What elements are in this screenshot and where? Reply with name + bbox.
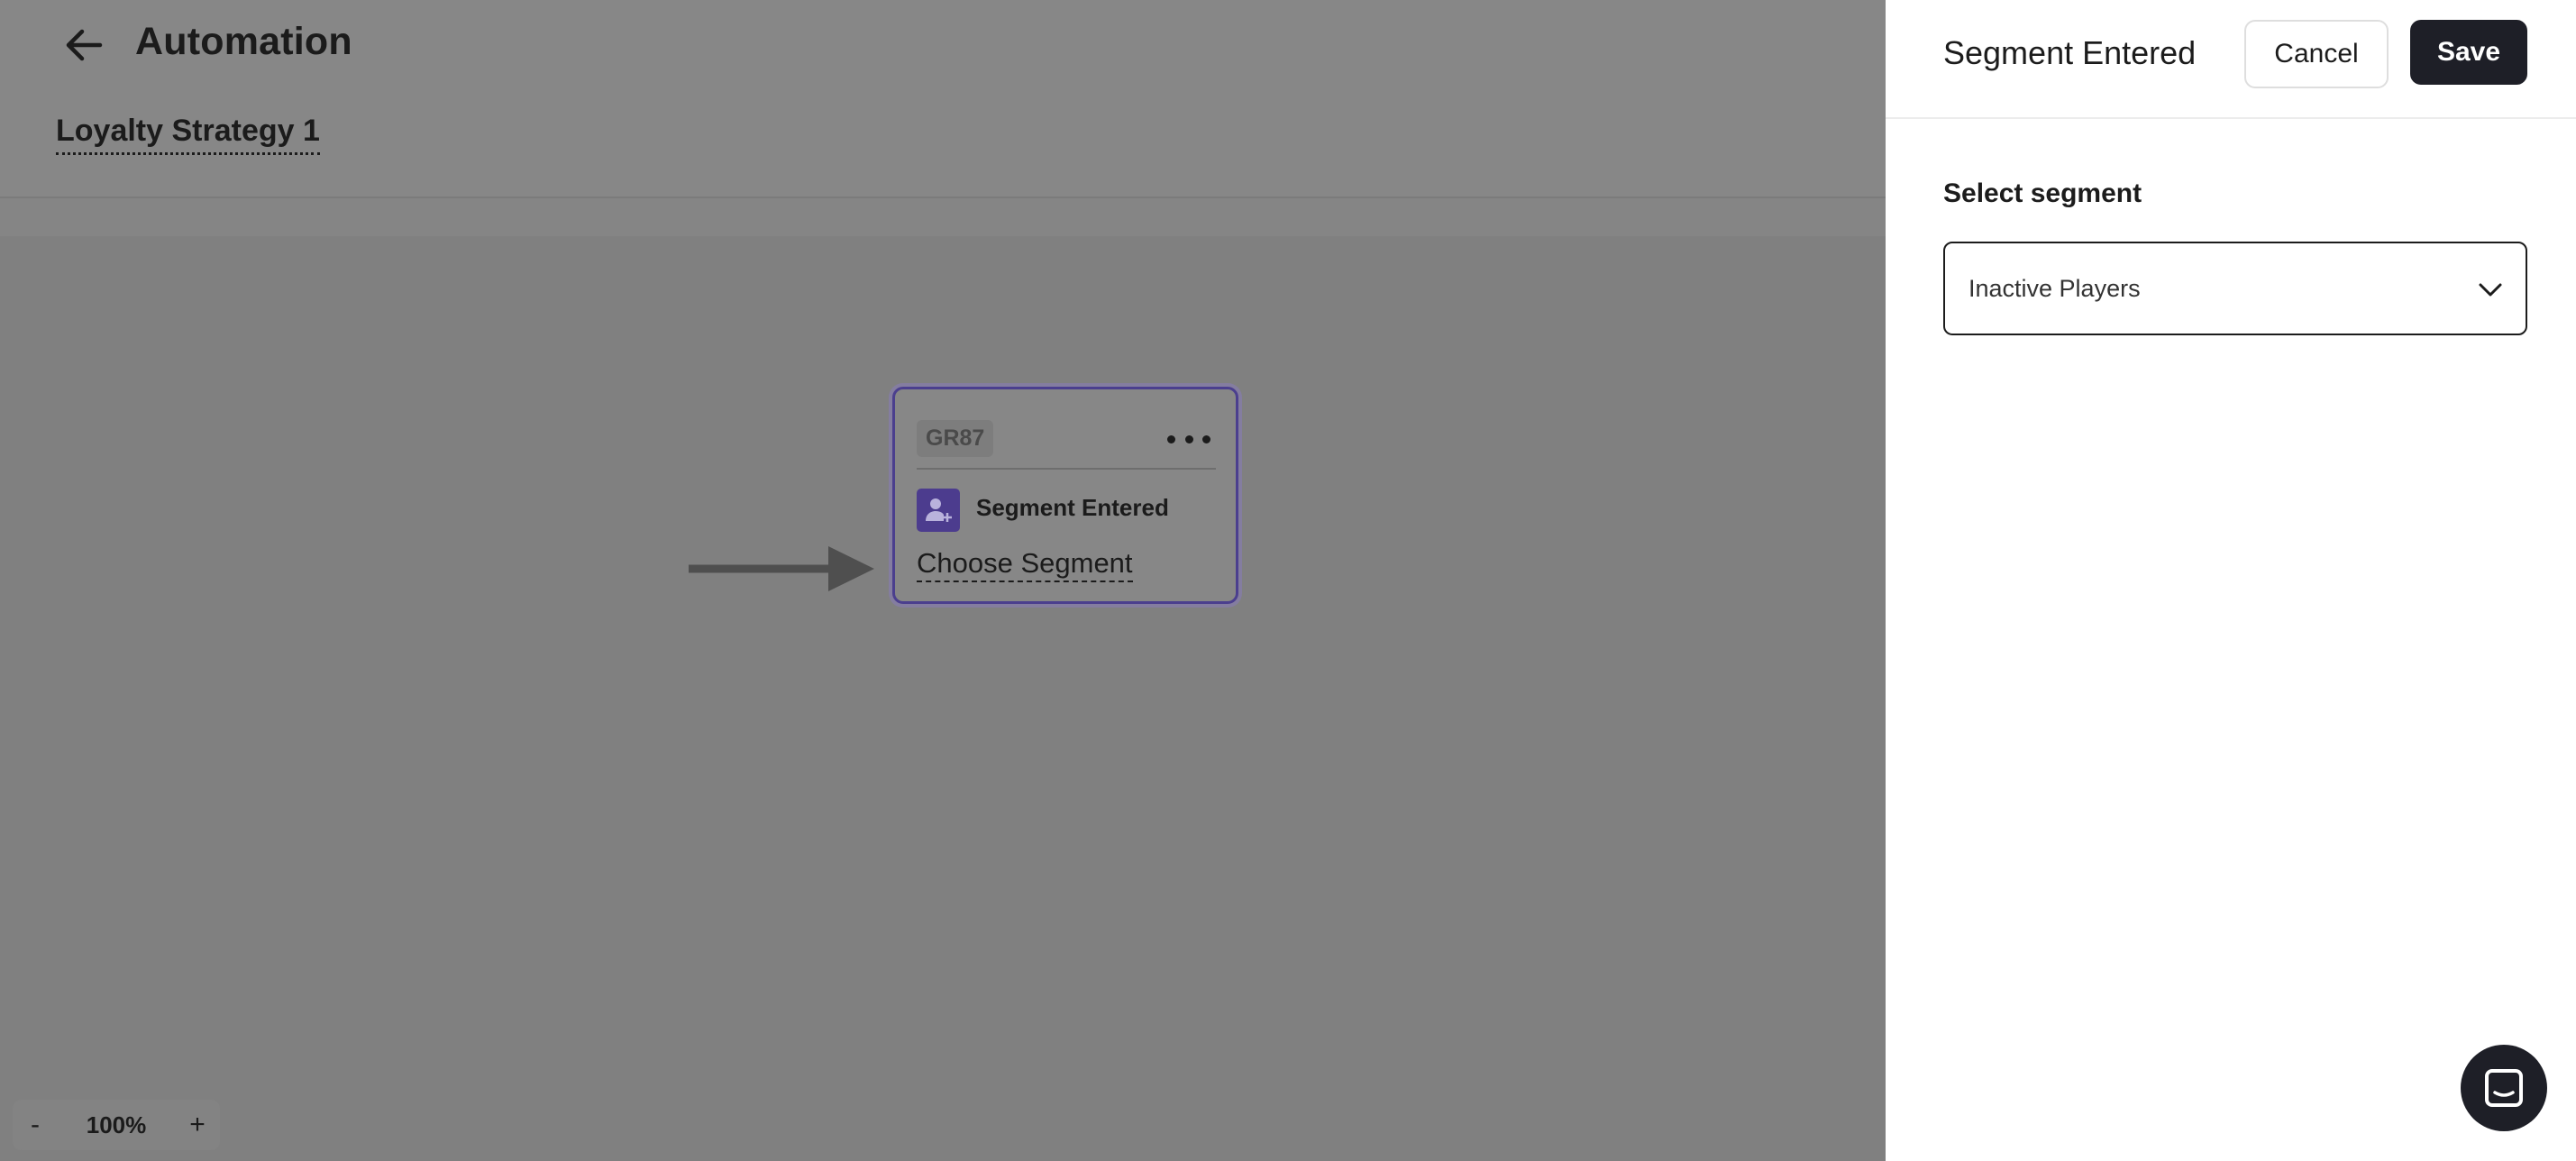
zoom-control: - 100% + bbox=[13, 1100, 220, 1150]
app-root: Automation Loyalty Strategy 1 GR87 Segme… bbox=[0, 0, 2576, 1161]
segment-select-value: Inactive Players bbox=[1969, 274, 2141, 302]
node-id-badge: GR87 bbox=[917, 420, 994, 457]
cancel-button[interactable]: Cancel bbox=[2244, 20, 2389, 88]
menu-dot bbox=[1202, 434, 1210, 443]
save-button[interactable]: Save bbox=[2410, 20, 2527, 85]
strategy-name-field[interactable]: Loyalty Strategy 1 bbox=[56, 114, 320, 155]
panel-title: Segment Entered bbox=[1943, 34, 2197, 71]
arrow-left-icon bbox=[66, 29, 103, 61]
panel-header: Segment Entered Cancel Save bbox=[1886, 0, 2576, 119]
chat-icon bbox=[2485, 1069, 2523, 1107]
chat-launcher-button[interactable] bbox=[2461, 1045, 2547, 1131]
zoom-out-button[interactable]: - bbox=[13, 1100, 58, 1150]
automation-header: Automation Loyalty Strategy 1 bbox=[0, 0, 1886, 198]
choose-segment-link[interactable]: Choose Segment bbox=[917, 547, 1133, 583]
menu-dot bbox=[1184, 434, 1193, 443]
node-menu-button[interactable] bbox=[1167, 425, 1210, 453]
flow-arrow-icon bbox=[689, 546, 874, 591]
more-horizontal-icon bbox=[1167, 434, 1175, 443]
chevron-down-icon bbox=[2479, 283, 2502, 297]
back-button[interactable] bbox=[59, 23, 108, 67]
flow-canvas[interactable] bbox=[0, 236, 1886, 1161]
zoom-in-button[interactable]: + bbox=[175, 1100, 220, 1150]
node-divider bbox=[917, 468, 1216, 470]
header-divider-strip bbox=[0, 198, 1886, 236]
trigger-node-card[interactable]: GR87 Segment Entered Choose Segment bbox=[892, 387, 1238, 604]
user-plus-icon bbox=[926, 498, 952, 522]
node-type-label: Segment Entered bbox=[976, 494, 1169, 521]
zoom-level: 100% bbox=[86, 1111, 147, 1138]
segment-config-panel: Segment Entered Cancel Save Select segme… bbox=[1886, 0, 2576, 1161]
page-title: Automation bbox=[135, 20, 352, 63]
segment-select[interactable]: Inactive Players bbox=[1943, 242, 2527, 335]
node-type-badge bbox=[917, 489, 960, 532]
select-segment-label: Select segment bbox=[1943, 178, 2142, 208]
